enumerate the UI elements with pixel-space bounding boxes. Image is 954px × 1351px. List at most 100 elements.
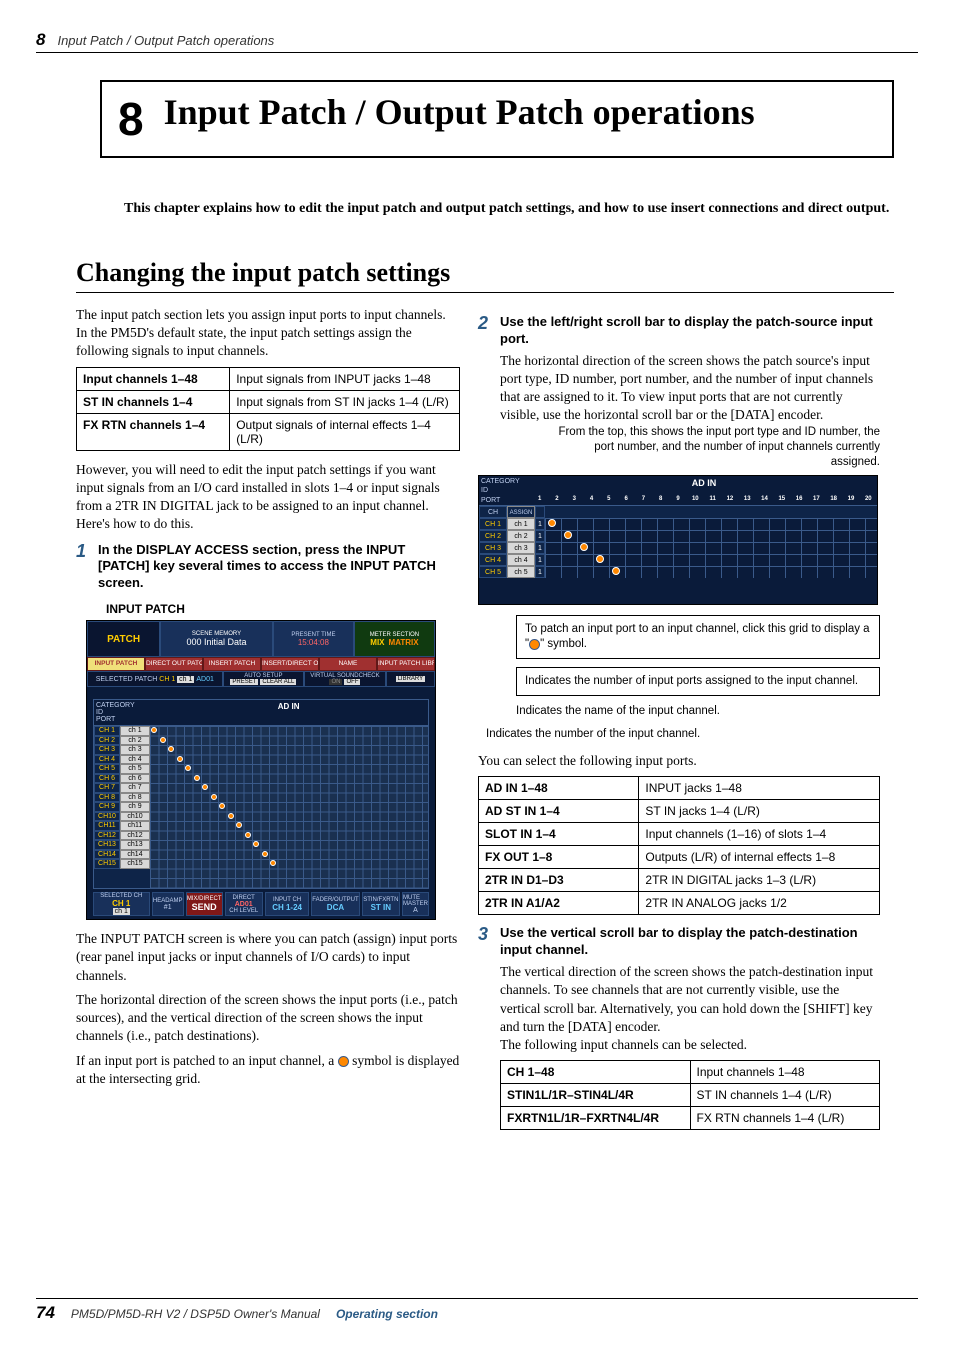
- patch-dot-icon[interactable]: [580, 543, 588, 551]
- port-number: 13: [739, 496, 756, 505]
- cell: 2TR IN D1–D3: [479, 869, 639, 892]
- cell: Input channels 1–48: [77, 367, 230, 390]
- tab-library[interactable]: INPUT PATCH LIBRARY: [377, 657, 435, 671]
- cell: CH 1–48: [501, 1061, 691, 1084]
- ss-selected-patch: SELECTED PATCH CH 1 ch 1 AD01: [87, 671, 223, 687]
- ss-row-label: CH 1ch 1: [94, 726, 150, 736]
- ss-input-ch[interactable]: INPUT CH CH 1-24: [265, 892, 309, 916]
- ss-row-label: CH14ch14: [94, 850, 150, 860]
- patch-dot-icon[interactable]: [564, 531, 572, 539]
- cell: SLOT IN 1–4: [479, 823, 639, 846]
- left-column: The input patch section lets you assign …: [76, 306, 460, 1094]
- ad-in-label: AD IN: [278, 702, 300, 711]
- step-title: Use the left/right scroll bar to display…: [500, 314, 880, 348]
- ss-fader-output[interactable]: FADER/OUTPUT DCA: [311, 892, 359, 916]
- patch-dot-icon[interactable]: [177, 756, 183, 762]
- step-number: 3: [478, 925, 492, 959]
- preset-button[interactable]: PRESET: [230, 679, 258, 685]
- tab-insert-point[interactable]: INSERT/DIRECT OUT POINT: [261, 657, 319, 671]
- patch-dot-icon[interactable]: [185, 765, 191, 771]
- label: CH LEVEL: [229, 908, 258, 914]
- ss-library-button[interactable]: LIBRARY: [386, 671, 435, 687]
- cell: 2TR IN ANALOG jacks 1/2: [639, 892, 880, 915]
- ss-row-label: CH11ch11: [94, 821, 150, 831]
- off-button[interactable]: OFF: [344, 679, 360, 685]
- table-row: 2TR IN A1/A22TR IN ANALOG jacks 1/2: [479, 892, 880, 915]
- step3-body-a: The vertical direction of the screen sho…: [500, 963, 880, 1036]
- patch-dot-icon[interactable]: [211, 794, 217, 800]
- chapter-title: Input Patch / Output Patch operations: [164, 92, 755, 133]
- patch-dot-icon[interactable]: [596, 555, 604, 563]
- cell: FX RTN channels 1–4 (L/R): [690, 1107, 880, 1130]
- clear-all-button[interactable]: CLEAR ALL: [260, 679, 296, 685]
- cell: Outputs (L/R) of internal effects 1–8: [639, 846, 880, 869]
- port-number: 5: [600, 496, 617, 505]
- patch-dot-icon[interactable]: [160, 737, 166, 743]
- tab-input-patch[interactable]: INPUT PATCH: [87, 657, 145, 671]
- label: ID: [96, 709, 135, 716]
- ss-info-row: SELECTED PATCH CH 1 ch 1 AD01 AUTO SETUP…: [87, 671, 435, 687]
- mix-button[interactable]: MIX: [370, 638, 384, 647]
- cell: Input signals from ST IN jacks 1–4 (L/R): [230, 390, 460, 413]
- chapter-number: 8: [118, 96, 144, 142]
- section-heading: Changing the input patch settings: [76, 258, 894, 293]
- footer-book-title: PM5D/PM5D-RH V2 / DSP5D Owner's Manual: [71, 1307, 320, 1321]
- tab-direct-out[interactable]: DIRECT OUT PATCH: [145, 657, 203, 671]
- cell: Input channels (1–16) of slots 1–4: [639, 823, 880, 846]
- patch-dot-icon[interactable]: [194, 775, 200, 781]
- tab-insert-patch[interactable]: INSERT PATCH: [203, 657, 261, 671]
- patch-dot-icon[interactable]: [236, 822, 242, 828]
- ss-present-time: PRESENT TIME 15:04:08: [273, 621, 354, 657]
- patch-dot-icon[interactable]: [262, 851, 268, 857]
- ss-matrix[interactable]: [150, 726, 428, 888]
- value: ch 1: [113, 908, 130, 915]
- ss-meter-section: METER SECTION MIX MATRIX: [354, 621, 435, 657]
- patch-dot-icon[interactable]: [245, 832, 251, 838]
- patch-dot-icon[interactable]: [219, 803, 225, 809]
- ss-row-label: CH15ch15: [94, 859, 150, 869]
- ss-mute-master[interactable]: MUTE MASTER A: [402, 892, 429, 916]
- patch-dot-icon[interactable]: [202, 784, 208, 790]
- text: If an input port is patched to an input …: [76, 1053, 338, 1068]
- ss-patch-label: PATCH: [87, 621, 160, 657]
- mini-label-row: CHASSIGN: [479, 506, 877, 518]
- ss-headamp: HEADAMP #1: [152, 892, 184, 916]
- step-number: 1: [76, 542, 90, 593]
- port-number: 8: [652, 496, 669, 505]
- cell: INPUT jacks 1–48: [639, 777, 880, 800]
- callout-channel-name: Indicates the name of the input channel.: [516, 704, 880, 719]
- ss-row-labels: CH 1ch 1CH 2ch 2CH 3ch 3CH 4ch 4CH 5ch 5…: [94, 726, 150, 888]
- header-section-title: Input Patch / Output Patch operations: [57, 33, 274, 48]
- default-patch-table: Input channels 1–48Input signals from IN…: [76, 367, 460, 451]
- ss-auto-setup: AUTO SETUP PRESET CLEAR ALL: [223, 671, 305, 687]
- header-page-number: 8: [36, 30, 45, 50]
- patch-dot-icon[interactable]: [228, 813, 234, 819]
- footer-section: Operating section: [336, 1307, 438, 1321]
- on-button[interactable]: ON: [329, 679, 342, 685]
- cell: FXRTN1L/1R–FXRTN4L/4R: [501, 1107, 691, 1130]
- ss-send-button[interactable]: MIX/DIRECT SEND: [186, 892, 223, 916]
- patch-dot-icon[interactable]: [168, 746, 174, 752]
- port-number: 6: [617, 496, 634, 505]
- patch-dot-icon[interactable]: [151, 727, 157, 733]
- ss-stin-fxrtn[interactable]: STIN/FXRTN ST IN: [362, 892, 400, 916]
- matrix-button[interactable]: MATRIX: [389, 638, 419, 647]
- patch-dot-icon[interactable]: [548, 519, 556, 527]
- mini-row: CH 4ch 41: [479, 554, 877, 566]
- ss-row-label: CH 2ch 2: [94, 736, 150, 746]
- ss-row-label: CH 4ch 4: [94, 755, 150, 765]
- ss-tabs: INPUT PATCH DIRECT OUT PATCH INSERT PATC…: [87, 657, 435, 671]
- ss-patch-grid[interactable]: CATEGORY ID PORT AD IN CH 1ch 1CH 2ch 2C…: [93, 699, 429, 889]
- callout-grid-click: To patch an input port to an input chann…: [516, 615, 880, 659]
- patch-dot-icon[interactable]: [253, 841, 259, 847]
- tab-name[interactable]: NAME: [319, 657, 377, 671]
- patch-dot-icon[interactable]: [612, 567, 620, 575]
- cell: FX OUT 1–8: [479, 846, 639, 869]
- port-number: 3: [566, 496, 583, 505]
- step-1: 1 In the DISPLAY ACCESS section, press t…: [76, 542, 460, 593]
- chapter-intro-text: This chapter explains how to edit the in…: [124, 201, 889, 216]
- patch-dot-icon[interactable]: [270, 860, 276, 866]
- input-ports-table: AD IN 1–48INPUT jacks 1–48 AD ST IN 1–4S…: [478, 776, 880, 915]
- label: PORT: [96, 716, 135, 723]
- port-number: 2: [548, 496, 565, 505]
